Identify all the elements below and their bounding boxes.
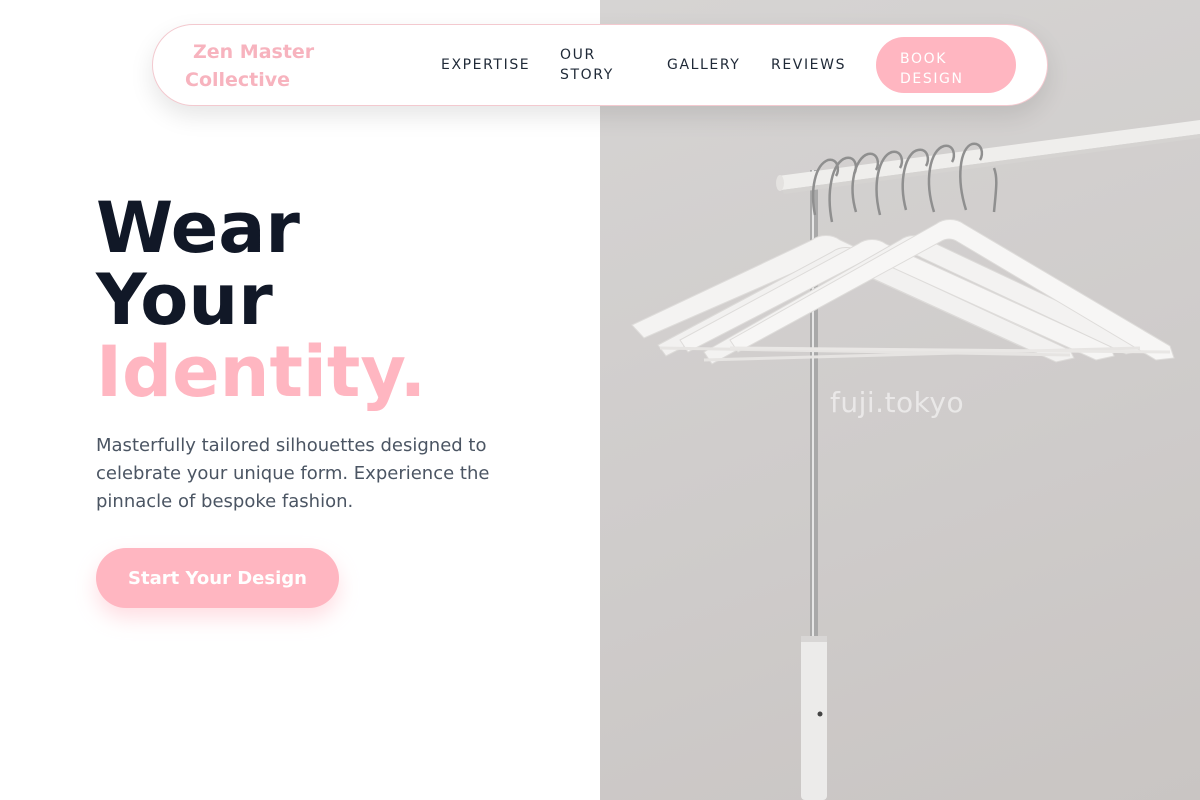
rack-bar [778, 120, 1200, 190]
hero-description: Masterfully tailored silhouettes designe… [96, 435, 490, 512]
image-watermark: fuji.tokyo [830, 386, 965, 419]
brand-logo[interactable]: Zen Master Collective [185, 38, 345, 94]
rack-base [801, 636, 827, 800]
hero-heading: Wear Your Identity. [96, 192, 426, 408]
nav-link-reviews[interactable]: REVIEWS [771, 55, 846, 75]
nav-link-expertise[interactable]: EXPERTISE [441, 55, 530, 75]
nav-link-our-story[interactable]: OUR STORY [560, 45, 640, 85]
book-design-button[interactable]: BOOK DESIGN [876, 37, 1016, 93]
hero-image: fuji.tokyo [600, 0, 1200, 800]
hangers [631, 219, 1175, 365]
hero-heading-line-2: Your [96, 259, 273, 341]
start-design-button[interactable]: Start Your Design [96, 548, 339, 608]
hero-heading-accent: Identity. [96, 331, 427, 413]
top-navigation: Zen Master Collective EXPERTISE OUR STOR… [152, 24, 1048, 106]
hero-heading-line-1: Wear [96, 187, 300, 269]
nav-link-gallery[interactable]: GALLERY [667, 55, 740, 75]
